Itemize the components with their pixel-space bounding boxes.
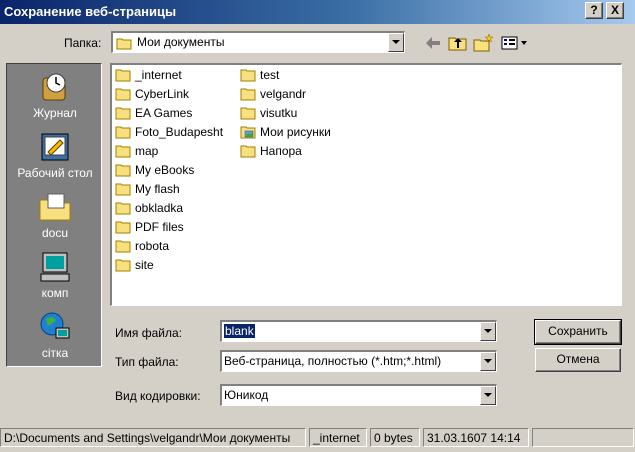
folder-icon: [115, 145, 131, 158]
folder-icon: [115, 202, 131, 215]
window-title: Сохранение веб-страницы: [4, 4, 177, 19]
lookin-label: Папка:: [64, 36, 102, 50]
folder-icon: [115, 221, 131, 234]
lookin-dropdown-button[interactable]: [388, 33, 404, 52]
folder-icon: [240, 88, 256, 101]
pictures-folder-icon: [240, 126, 256, 139]
folder-icon: [115, 259, 131, 272]
folder-icon: [115, 88, 131, 101]
place-label: docu: [41, 226, 69, 240]
place-label: Журнал: [33, 106, 77, 120]
desktop-icon: [41, 133, 69, 161]
new-folder-icon[interactable]: [472, 32, 494, 54]
folder-icon: [115, 183, 131, 196]
encoding-dropdown-button[interactable]: [480, 386, 496, 405]
place-docu[interactable]: docu: [7, 184, 103, 242]
save-button[interactable]: Сохранить: [534, 319, 622, 345]
filetype-label: Тип файла:: [115, 355, 179, 369]
lookin-value: Мои документы: [137, 35, 225, 49]
filetype-value: Веб-страница, полностью (*.htm;*.html): [224, 354, 442, 368]
place-network[interactable]: сітка: [7, 304, 103, 362]
folder-icon: [115, 126, 131, 139]
network-icon: [40, 312, 70, 339]
folder-icon: [240, 69, 256, 82]
status-date: 31.03.1607 14:14: [423, 428, 529, 447]
place-label: комп: [41, 286, 69, 300]
filename-input[interactable]: blank: [220, 320, 497, 342]
folder-icon: [39, 193, 71, 221]
filename-value: blank: [224, 324, 255, 338]
encoding-label: Вид кодировки:: [115, 389, 201, 403]
place-computer[interactable]: комп: [7, 244, 103, 302]
place-label: сітка: [41, 346, 69, 360]
view-menu-icon[interactable]: [499, 32, 531, 54]
filename-dropdown-button[interactable]: [480, 322, 496, 341]
place-label: Рабочий стол: [17, 166, 93, 180]
folder-icon: [115, 69, 131, 82]
status-name: _internet: [309, 428, 367, 447]
status-size: 0 bytes: [370, 428, 420, 447]
cancel-button[interactable]: Отмена: [535, 348, 621, 372]
close-button[interactable]: X: [606, 2, 624, 19]
places-bar: Журнал Рабочий стол docu комп сітка: [6, 63, 102, 367]
folder-icon: [115, 107, 131, 120]
title-bar: Сохранение веб-страницы: [0, 0, 635, 24]
computer-icon: [40, 252, 70, 282]
encoding-select[interactable]: Юникод: [220, 384, 497, 406]
place-history[interactable]: Журнал: [7, 64, 103, 122]
status-bar: D:\Documents and Settings\velgandr\Мои д…: [0, 427, 635, 449]
encoding-value: Юникод: [224, 388, 269, 402]
folder-icon: [240, 145, 256, 158]
lookin-combo[interactable]: Мои документы: [111, 31, 405, 53]
folder-icon: [115, 240, 131, 253]
status-path: D:\Documents and Settings\velgandr\Мои д…: [0, 428, 306, 447]
back-arrow-icon[interactable]: [422, 32, 444, 54]
folder-icon: [115, 164, 131, 177]
place-desktop[interactable]: Рабочий стол: [7, 124, 103, 182]
folder-icon: [116, 38, 132, 50]
help-button[interactable]: ?: [585, 2, 603, 19]
status-empty: [532, 428, 634, 447]
filetype-select[interactable]: Веб-страница, полностью (*.htm;*.html): [220, 350, 497, 372]
up-folder-icon[interactable]: [447, 32, 469, 54]
file-list[interactable]: _internet CyberLink EA Games Foto_Budape…: [110, 63, 622, 306]
filetype-dropdown-button[interactable]: [480, 352, 496, 371]
folder-icon: [240, 107, 256, 120]
history-icon: [42, 73, 66, 101]
filename-label: Имя файла:: [115, 326, 182, 340]
